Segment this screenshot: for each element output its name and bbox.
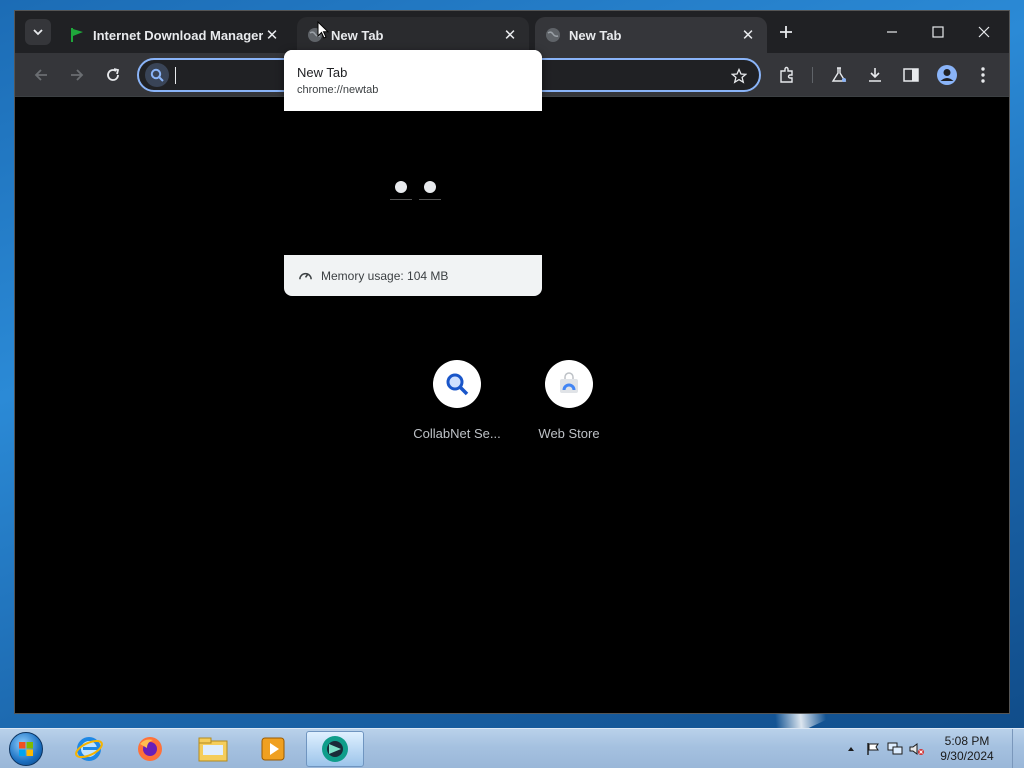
tab-title: New Tab: [331, 27, 384, 43]
preview-shortcut-label: [390, 199, 412, 200]
network-icon: [887, 742, 903, 755]
web-store-icon: [545, 360, 593, 408]
shortcut-web-store[interactable]: Web Store: [513, 360, 625, 441]
preview-shortcut-icon: [424, 181, 436, 193]
close-icon: [978, 26, 990, 38]
hover-card-footer: Memory usage: 104 MB: [284, 255, 542, 296]
reload-icon: [107, 68, 120, 81]
new-tab-button[interactable]: [775, 21, 797, 43]
action-center-button[interactable]: [864, 740, 882, 758]
volume-muted-icon: [909, 743, 924, 755]
arrow-left-icon: [34, 69, 47, 81]
maximize-icon: [932, 26, 944, 38]
start-button[interactable]: [6, 730, 46, 768]
system-tray: 5:08 PM 9/30/2024: [840, 729, 1024, 768]
toolbar-divider: [812, 67, 813, 83]
tab-hover-card: New Tab chrome://newtab Memory usage: 10…: [284, 50, 542, 296]
more-vertical-icon: [981, 67, 985, 83]
flag-icon: [867, 743, 879, 755]
minimize-icon: [887, 31, 897, 33]
memory-usage-text: Memory usage: 104 MB: [321, 268, 449, 283]
taskbar-file-explorer[interactable]: [184, 731, 242, 767]
show-hidden-icons-button[interactable]: [842, 740, 860, 758]
profile-button[interactable]: [935, 63, 959, 87]
maximize-button[interactable]: [915, 17, 961, 47]
star-icon: [731, 68, 747, 84]
tab-title: Internet Download Manager is: [93, 27, 263, 43]
hover-card-url: chrome://newtab: [297, 84, 379, 96]
network-button[interactable]: [886, 740, 904, 758]
bookmark-star-button[interactable]: [729, 66, 749, 86]
download-icon: [869, 68, 881, 82]
taskbar-internet-explorer[interactable]: [60, 731, 118, 767]
taskbar-media-player[interactable]: [244, 731, 302, 767]
close-window-button[interactable]: [961, 17, 1007, 47]
show-desktop-button[interactable]: [1012, 729, 1024, 768]
side-panel-button[interactable]: [899, 63, 923, 87]
flask-icon: [831, 67, 847, 82]
labs-button[interactable]: [827, 63, 851, 87]
tab-title: New Tab: [569, 27, 622, 43]
search-icon: [433, 360, 481, 408]
avatar-icon: [937, 65, 957, 85]
preview-shortcut-label: [419, 199, 441, 200]
volume-button[interactable]: [908, 740, 926, 758]
clock-time: 5:08 PM: [944, 734, 990, 748]
chevron-down-icon: [33, 29, 43, 36]
chevron-up-icon: [848, 747, 854, 751]
arrow-right-icon: [71, 69, 84, 81]
tab-strip: Internet Download Manager is ✕ New Tab ✕…: [15, 11, 1009, 53]
shortcut-label: Web Store: [538, 426, 600, 441]
search-icon: [145, 63, 169, 87]
tab-search-button[interactable]: [25, 19, 51, 45]
downloads-button[interactable]: [863, 63, 887, 87]
extensions-button[interactable]: [775, 63, 799, 87]
close-icon[interactable]: ✕: [263, 26, 281, 44]
taskbar-firefox[interactable]: [121, 731, 179, 767]
globe-icon: [545, 27, 561, 43]
mouse-cursor-icon: [317, 21, 329, 39]
memory-gauge-icon: [297, 268, 313, 284]
windows-logo-icon: [9, 732, 43, 766]
tab-idm[interactable]: Internet Download Manager is ✕: [59, 17, 291, 53]
green-flag-icon: [69, 27, 85, 43]
close-icon[interactable]: ✕: [739, 26, 757, 44]
shortcut-collabnet[interactable]: CollabNet Se...: [401, 360, 513, 441]
puzzle-icon: [780, 66, 793, 83]
media-player-icon: [261, 737, 285, 761]
hover-card-title: New Tab: [297, 65, 348, 80]
firefox-icon: [138, 737, 162, 761]
hover-card-header: New Tab chrome://newtab: [284, 50, 542, 111]
clock-date: 9/30/2024: [940, 749, 994, 763]
taskbar-chrome-active[interactable]: [306, 731, 364, 767]
side-panel-icon: [903, 68, 919, 82]
plus-icon: [780, 26, 792, 38]
back-button[interactable]: [29, 63, 53, 87]
forward-button[interactable]: [65, 63, 89, 87]
text-caret: [175, 67, 176, 84]
tab-new-tab-active[interactable]: New Tab ✕: [535, 17, 767, 53]
file-explorer-icon: [198, 737, 228, 762]
preview-shortcut-icon: [395, 181, 407, 193]
tab-new-tab-hovered[interactable]: New Tab ✕: [297, 17, 529, 53]
reload-button[interactable]: [101, 63, 125, 87]
hover-card-preview: [284, 111, 542, 255]
clock[interactable]: 5:08 PM 9/30/2024: [928, 734, 1006, 764]
chrome-app-icon: [322, 736, 348, 762]
close-icon[interactable]: ✕: [501, 26, 519, 44]
internet-explorer-icon: [75, 737, 103, 761]
menu-button[interactable]: [971, 63, 995, 87]
taskbar: 5:08 PM 9/30/2024: [0, 728, 1024, 768]
shortcut-label: CollabNet Se...: [413, 426, 501, 441]
minimize-button[interactable]: [869, 17, 915, 47]
